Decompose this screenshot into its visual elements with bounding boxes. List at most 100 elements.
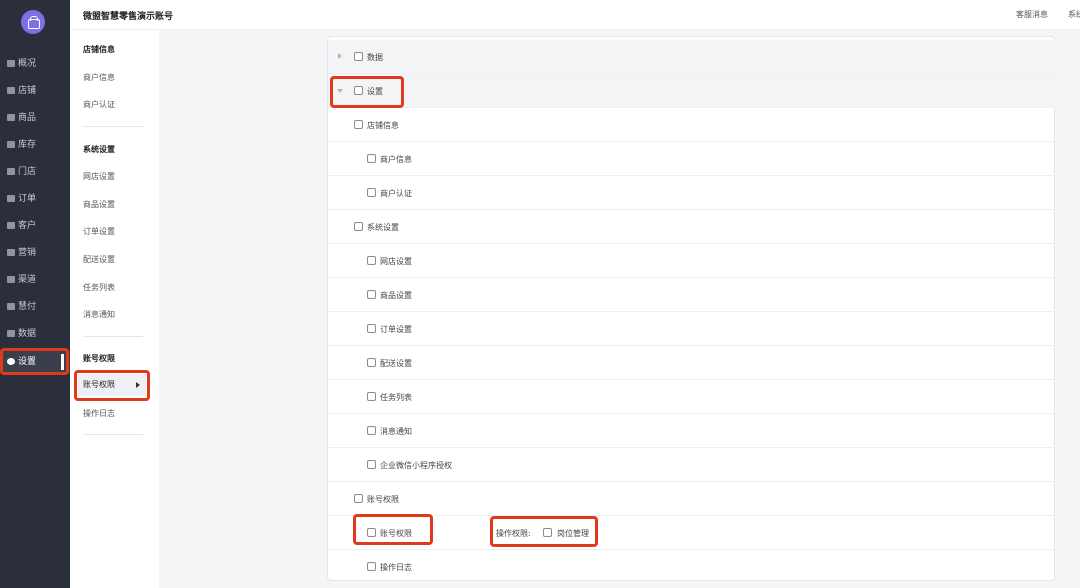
tree-row-op-log[interactable]: 操作日志 bbox=[328, 550, 1055, 584]
nav-overview[interactable]: 概况 bbox=[0, 53, 70, 75]
data-icon bbox=[7, 330, 15, 337]
menu-item-merchant-info[interactable]: 商户信息 bbox=[83, 72, 115, 83]
nav-channel[interactable]: 渠道 bbox=[0, 269, 70, 291]
nav-label: 店铺 bbox=[18, 86, 37, 96]
nav-label: 营销 bbox=[18, 248, 37, 258]
checkbox[interactable] bbox=[367, 188, 376, 197]
nav-store[interactable]: 店铺 bbox=[0, 80, 70, 102]
menu-group-system: 系统设置 bbox=[83, 145, 115, 154]
tree-label: 商户信息 bbox=[380, 155, 412, 164]
system-link[interactable]: 系统 bbox=[1068, 9, 1080, 20]
tree-row-account-sub[interactable]: 账号权限 操作权限: 岗位管理 bbox=[328, 516, 1055, 550]
nav-label: 订单 bbox=[18, 194, 37, 204]
app-logo[interactable] bbox=[21, 10, 45, 34]
checkbox[interactable] bbox=[367, 562, 376, 571]
tree-row-settings[interactable]: 设置 bbox=[328, 74, 1055, 108]
tree-row-delivery[interactable]: 配送设置 bbox=[328, 346, 1055, 380]
tree-row-data[interactable]: 数据 bbox=[328, 40, 1055, 74]
expand-right-icon[interactable] bbox=[338, 53, 342, 59]
tree-row-merchant-auth[interactable]: 商户认证 bbox=[328, 176, 1055, 210]
tree-row-goods[interactable]: 商品设置 bbox=[328, 278, 1055, 312]
nav-customer[interactable]: 客户 bbox=[0, 215, 70, 237]
checkbox[interactable] bbox=[367, 256, 376, 265]
nav-goods[interactable]: 商品 bbox=[0, 107, 70, 129]
shop-icon bbox=[7, 168, 15, 175]
order-icon bbox=[7, 195, 15, 202]
checkbox[interactable] bbox=[354, 494, 363, 503]
tree-label: 任务列表 bbox=[380, 393, 412, 402]
menu-item-delivery[interactable]: 配送设置 bbox=[83, 254, 115, 265]
nav-inventory[interactable]: 库存 bbox=[0, 134, 70, 156]
highlight-box bbox=[490, 516, 598, 547]
tree-label: 网店设置 bbox=[380, 257, 412, 266]
menu-item-op-log[interactable]: 操作日志 bbox=[83, 408, 115, 419]
checkbox[interactable] bbox=[354, 222, 363, 231]
menu-item-notify[interactable]: 消息通知 bbox=[83, 309, 115, 320]
checkbox[interactable] bbox=[367, 426, 376, 435]
main-sidebar: 概况 店铺 商品 库存 门店 订单 客户 营销 渠道 慧付 数据 设置 bbox=[0, 0, 70, 588]
tree-row-notify[interactable]: 消息通知 bbox=[328, 414, 1055, 448]
nav-pay[interactable]: 慧付 bbox=[0, 296, 70, 318]
menu-item-web-store[interactable]: 网店设置 bbox=[83, 171, 115, 182]
account-title: 微盟智慧零售演示账号 bbox=[83, 12, 174, 22]
nav-label: 门店 bbox=[18, 167, 37, 177]
checkbox[interactable] bbox=[367, 324, 376, 333]
nav-label: 慧付 bbox=[18, 302, 37, 312]
menu-divider bbox=[83, 126, 143, 127]
checkbox[interactable] bbox=[354, 52, 363, 61]
tree-label: 系统设置 bbox=[367, 223, 399, 232]
goods-icon bbox=[7, 114, 15, 121]
checkbox[interactable] bbox=[367, 154, 376, 163]
checkbox[interactable] bbox=[354, 120, 363, 129]
menu-item-tasks[interactable]: 任务列表 bbox=[83, 282, 115, 293]
permission-panel: 数据 设置 店铺信息 商户信息 商户认证 系统设置 网店设置 商品设置 订单设置… bbox=[327, 36, 1055, 581]
tree-row-web-store[interactable]: 网店设置 bbox=[328, 244, 1055, 278]
tree-label: 数据 bbox=[367, 53, 383, 62]
nav-label: 概况 bbox=[18, 59, 37, 69]
nav-label: 数据 bbox=[18, 329, 37, 339]
inventory-icon bbox=[7, 141, 15, 148]
highlight-box bbox=[74, 370, 150, 401]
tree-row-account[interactable]: 账号权限 bbox=[328, 482, 1055, 516]
menu-divider bbox=[83, 336, 143, 337]
tree-row-tasks[interactable]: 任务列表 bbox=[328, 380, 1055, 414]
tree-label: 商户认证 bbox=[380, 189, 412, 198]
checkbox[interactable] bbox=[367, 460, 376, 469]
checkbox[interactable] bbox=[367, 358, 376, 367]
checkbox[interactable] bbox=[367, 392, 376, 401]
menu-group-store: 店铺信息 bbox=[83, 45, 115, 54]
tree-row-order[interactable]: 订单设置 bbox=[328, 312, 1055, 346]
tree-label: 店铺信息 bbox=[367, 121, 399, 130]
highlight-box bbox=[330, 76, 404, 108]
customer-message-link[interactable]: 客服消息 bbox=[1016, 9, 1048, 20]
tree-row-system[interactable]: 系统设置 bbox=[328, 210, 1055, 244]
highlight-box bbox=[353, 514, 433, 545]
nav-label: 客户 bbox=[18, 221, 37, 231]
marketing-icon bbox=[7, 249, 15, 256]
nav-data[interactable]: 数据 bbox=[0, 323, 70, 345]
tree-label: 配送设置 bbox=[380, 359, 412, 368]
tree-row-wechat[interactable]: 企业微信小程序授权 bbox=[328, 448, 1055, 482]
menu-item-merchant-auth[interactable]: 商户认证 bbox=[83, 99, 115, 110]
tree-row-store-info[interactable]: 店铺信息 bbox=[328, 108, 1055, 142]
nav-marketing[interactable]: 营销 bbox=[0, 242, 70, 264]
tree-label: 商品设置 bbox=[380, 291, 412, 300]
nav-label: 库存 bbox=[18, 140, 37, 150]
menu-divider bbox=[83, 434, 143, 435]
tree-label: 订单设置 bbox=[380, 325, 412, 334]
menu-group-account: 账号权限 bbox=[83, 354, 115, 363]
tree-row-merchant-info[interactable]: 商户信息 bbox=[328, 142, 1055, 176]
customer-icon bbox=[7, 222, 15, 229]
checkbox[interactable] bbox=[367, 290, 376, 299]
tree-label: 账号权限 bbox=[367, 495, 399, 504]
nav-label: 渠道 bbox=[18, 275, 37, 285]
pay-icon bbox=[7, 303, 15, 310]
overview-icon bbox=[7, 60, 15, 67]
nav-order[interactable]: 订单 bbox=[0, 188, 70, 210]
store-icon bbox=[7, 87, 15, 94]
menu-item-order[interactable]: 订单设置 bbox=[83, 226, 115, 237]
tree-label: 企业微信小程序授权 bbox=[380, 461, 452, 470]
tree-label: 消息通知 bbox=[380, 427, 412, 436]
menu-item-goods[interactable]: 商品设置 bbox=[83, 199, 115, 210]
nav-shop[interactable]: 门店 bbox=[0, 161, 70, 183]
